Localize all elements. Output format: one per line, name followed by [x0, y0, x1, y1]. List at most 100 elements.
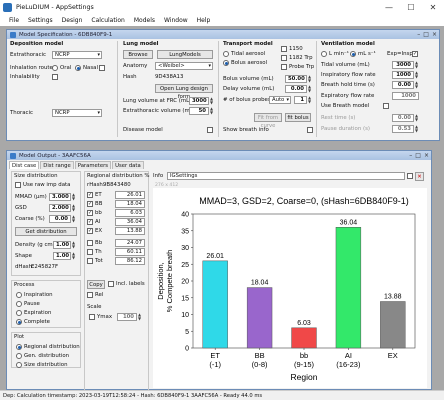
inhalability-checkbox[interactable]	[52, 74, 58, 80]
plot-gen-radio[interactable]	[16, 353, 22, 359]
menu-help[interactable]: Help	[197, 17, 211, 24]
region-ex-checkbox[interactable]: ✓	[87, 228, 93, 234]
menu-calculation[interactable]: Calculation	[91, 17, 124, 24]
probes-count-input[interactable]: 1	[294, 96, 307, 104]
ymax-checkbox[interactable]	[89, 314, 95, 320]
density-spinner[interactable]: ▲ ▼	[71, 241, 76, 249]
delay-volume-spinner[interactable]: ▲ ▼	[307, 85, 312, 93]
exp-insp-checkbox[interactable]: ✓	[412, 51, 418, 57]
coarse-spinner[interactable]: ▲ ▼	[71, 215, 76, 223]
region-tot-checkbox[interactable]	[87, 258, 93, 264]
process-expiration-radio[interactable]	[16, 310, 22, 316]
tidal-volume-input[interactable]: 3000	[392, 61, 414, 69]
tab-dist-case[interactable]: Dist case	[9, 161, 40, 169]
anatomy-select[interactable]: <Weibel>	[155, 62, 213, 70]
sub-maximize-button[interactable]: □	[423, 31, 429, 38]
region-ai-checkbox[interactable]: ✓	[87, 219, 93, 225]
l-min-radio[interactable]	[321, 51, 327, 57]
tab-dist-range[interactable]: Dist range	[40, 161, 74, 169]
rest-time-input[interactable]: 0.00	[392, 114, 414, 122]
info-checkbox[interactable]	[407, 173, 413, 179]
menu-design[interactable]: Design	[62, 17, 83, 24]
lung-models-button[interactable]: LungModels	[157, 50, 213, 59]
sub-close-button[interactable]: ×	[424, 152, 429, 159]
ymax-spinner[interactable]: ▲ ▼	[137, 313, 142, 321]
hold-time-input[interactable]: 0.00	[392, 81, 414, 89]
et-volume-spinner[interactable]: ▲ ▼	[209, 107, 214, 115]
close-button[interactable]: ✕	[422, 0, 444, 14]
route-checkbox[interactable]	[99, 65, 105, 71]
menu-settings[interactable]: Settings	[28, 17, 53, 24]
region-th-checkbox[interactable]	[87, 249, 93, 255]
tidal-aerosol-radio[interactable]	[223, 51, 229, 57]
info-input[interactable]: IGSettings	[167, 172, 405, 180]
region-bb-checkbox[interactable]	[87, 240, 93, 246]
copy-button[interactable]: Copy	[87, 280, 105, 289]
region-bb-checkbox[interactable]: ✓	[87, 210, 93, 216]
nasal-radio[interactable]	[75, 65, 81, 71]
process-complete-radio[interactable]	[16, 319, 22, 325]
info-clear-button[interactable]: ✕	[415, 172, 424, 181]
browse-button[interactable]: Browse	[123, 50, 153, 59]
probes-spinner[interactable]: ▲ ▼	[307, 96, 312, 104]
pause-duration-input[interactable]: 0.53	[392, 125, 414, 133]
frc-input[interactable]: 3000	[189, 97, 209, 105]
tidal-volume-spinner[interactable]: ▲ ▼	[414, 61, 419, 69]
hold-time-spinner[interactable]: ▲ ▼	[414, 81, 419, 89]
opt-1182-checkbox[interactable]	[281, 55, 287, 61]
sub-minimize-button[interactable]: –	[417, 31, 420, 38]
menu-models[interactable]: Models	[134, 17, 155, 24]
frc-spinner[interactable]: ▲ ▼	[209, 97, 214, 105]
exp-flow-input[interactable]: 1000	[392, 92, 419, 100]
gsd-input[interactable]: 2.000	[49, 204, 71, 212]
bolus-volume-spinner[interactable]: ▲ ▼	[307, 75, 312, 83]
opt-1150-checkbox[interactable]	[281, 46, 287, 52]
sub-minimize-button[interactable]: –	[409, 152, 412, 159]
fit-bolus-button[interactable]: fit bolus	[285, 113, 311, 122]
probe-trp-checkbox[interactable]	[281, 64, 287, 70]
ml-s-radio[interactable]	[350, 51, 356, 57]
rest-time-spinner[interactable]: ▲ ▼	[414, 114, 419, 122]
shape-spinner[interactable]: ▲ ▼	[71, 252, 76, 260]
sub-maximize-button[interactable]: □	[415, 152, 421, 159]
gsd-spinner[interactable]: ▲ ▼	[71, 204, 76, 212]
process-pause-radio[interactable]	[16, 301, 22, 307]
extrathoracic-select[interactable]: NCRP	[52, 51, 102, 59]
plot-regional-radio[interactable]	[16, 344, 22, 350]
oral-radio[interactable]	[52, 65, 58, 71]
region-et-checkbox[interactable]: ✓	[87, 192, 93, 198]
get-distribution-button[interactable]: Get distribution	[15, 227, 77, 236]
bolus-volume-input[interactable]: 50.00	[285, 75, 307, 83]
coarse-input[interactable]: 0.00	[49, 215, 71, 223]
plot-size-radio[interactable]	[16, 362, 22, 368]
insp-flow-spinner[interactable]: ▲ ▼	[414, 71, 419, 79]
ymax-input[interactable]: 100	[117, 313, 137, 321]
show-breath-info-checkbox[interactable]	[307, 127, 313, 133]
rel-checkbox[interactable]	[87, 292, 93, 298]
use-raw-checkbox[interactable]	[15, 182, 21, 188]
region-bb-checkbox[interactable]: ✓	[87, 201, 93, 207]
disease-model-checkbox[interactable]	[207, 127, 213, 133]
insp-flow-input[interactable]: 1000	[392, 71, 414, 79]
mmad-input[interactable]: 3.000	[49, 193, 71, 201]
delay-volume-input[interactable]: 0.00	[285, 85, 307, 93]
minimize-button[interactable]: —	[378, 0, 400, 14]
mmad-spinner[interactable]: ▲ ▼	[71, 193, 76, 201]
sub-close-button[interactable]: ×	[432, 31, 437, 38]
maximize-button[interactable]: ☐	[400, 0, 422, 14]
menu-file[interactable]: File	[9, 17, 19, 24]
probes-mode-select[interactable]: Auto	[269, 96, 291, 104]
bolus-aerosol-radio[interactable]	[223, 60, 229, 66]
shape-input[interactable]: 1.00	[53, 252, 71, 260]
use-breath-model-checkbox[interactable]	[383, 103, 389, 109]
et-volume-input[interactable]: 50	[189, 107, 209, 115]
density-input[interactable]: 1.00	[53, 241, 71, 249]
process-inspiration-radio[interactable]	[16, 292, 22, 298]
open-lung-design-button[interactable]: Open Lung design form	[155, 84, 213, 100]
incl-labels-checkbox[interactable]	[108, 281, 114, 287]
pause-duration-spinner[interactable]: ▲ ▼	[414, 125, 419, 133]
menu-window[interactable]: Window	[164, 17, 188, 24]
thoracic-select[interactable]: NCRP	[52, 109, 102, 117]
tab-parameters[interactable]: Parameters	[74, 161, 112, 169]
fit-from-curve-button[interactable]: Fit from curve	[254, 113, 282, 129]
